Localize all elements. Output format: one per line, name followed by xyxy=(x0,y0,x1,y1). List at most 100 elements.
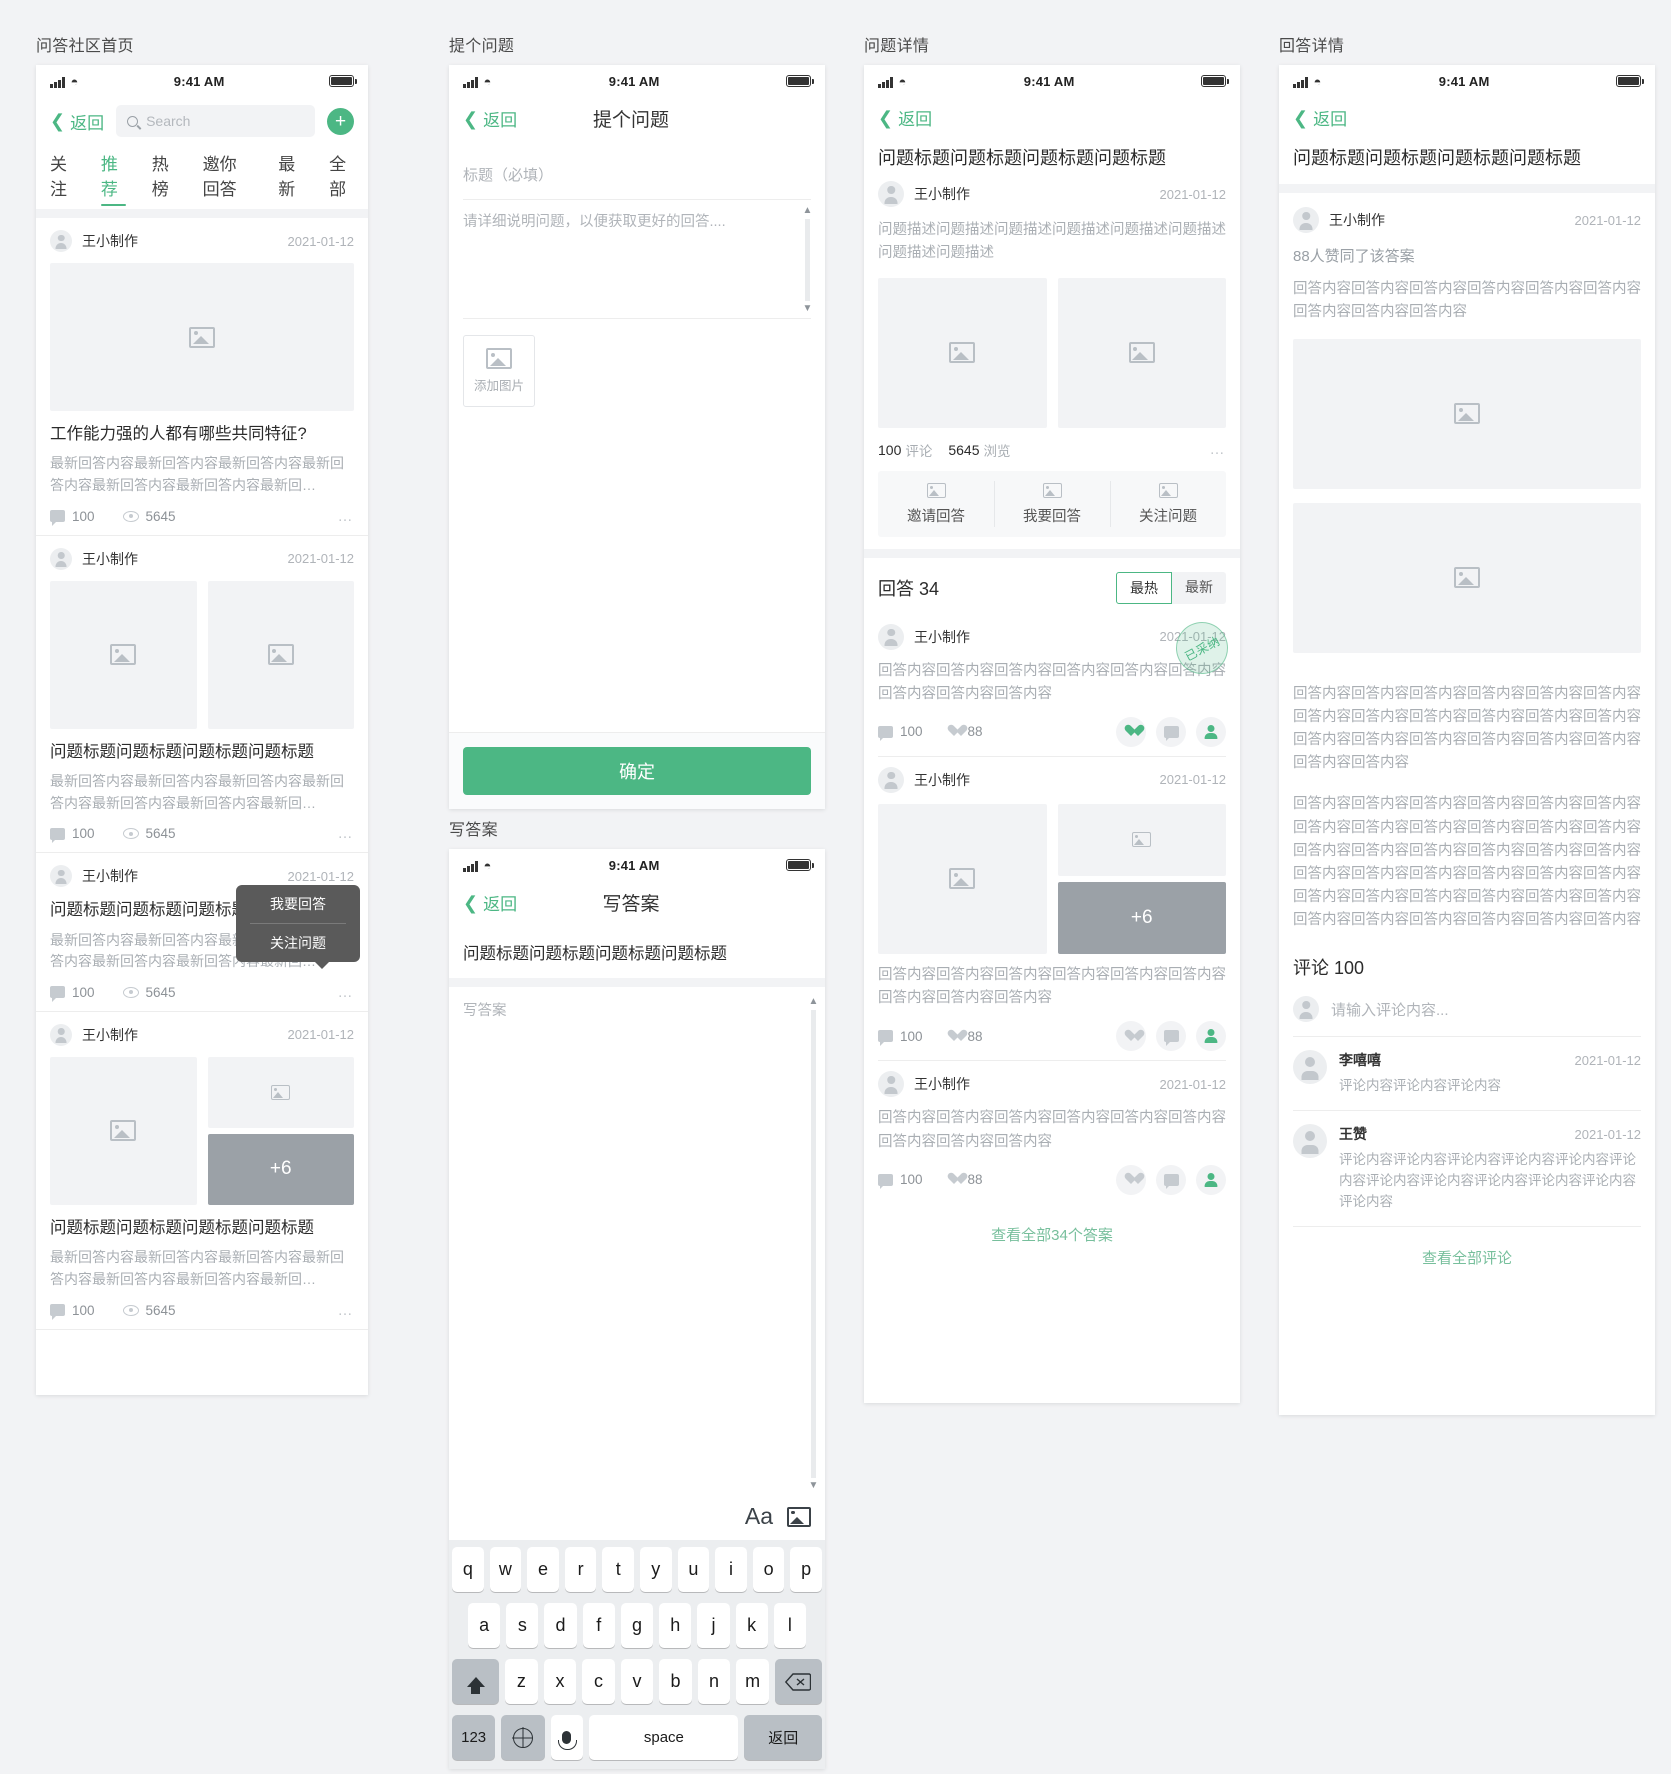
scroll-up-icon[interactable]: ▲ xyxy=(809,997,819,1007)
write-answer-button[interactable]: 我要回答 xyxy=(994,471,1110,537)
key-w[interactable]: w xyxy=(489,1547,522,1592)
tab-yaoni-huida[interactable]: 邀你回答 xyxy=(203,147,253,209)
key-n[interactable]: n xyxy=(697,1659,731,1704)
feed-image[interactable] xyxy=(50,1056,197,1205)
shift-key[interactable] xyxy=(451,1659,500,1704)
key-x[interactable]: x xyxy=(543,1659,577,1704)
follow-author-button[interactable] xyxy=(1196,716,1226,747)
like-button[interactable] xyxy=(1116,1164,1146,1195)
key-q[interactable]: q xyxy=(452,1547,484,1592)
feed-item[interactable]: 王小制作 2021-01-12 +6 问题标题问题标题问题标题问题标题 最新回答… xyxy=(36,1011,368,1329)
follow-question-button[interactable]: 关注问题 xyxy=(1110,471,1226,537)
add-question-button[interactable]: + xyxy=(327,107,354,135)
follow-author-button[interactable] xyxy=(1196,1021,1226,1052)
tab-zuixin[interactable]: 最新 xyxy=(278,147,303,209)
back-button[interactable]: ❮ 返回 xyxy=(878,105,932,130)
question-image[interactable] xyxy=(1057,277,1226,428)
menu-item-follow[interactable]: 关注问题 xyxy=(236,924,360,962)
key-h[interactable]: h xyxy=(659,1603,692,1648)
answer-item[interactable]: 王小制作 2021-01-12 已采纳 回答内容回答内容回答内容回答内容回答内容… xyxy=(864,612,1240,756)
more-options-icon[interactable]: … xyxy=(1210,441,1227,458)
tab-tuijian[interactable]: 推荐 xyxy=(100,147,126,209)
back-button[interactable]: ❮ 返回 xyxy=(463,890,517,915)
submit-button[interactable]: 确定 xyxy=(463,747,811,795)
scroll-track[interactable] xyxy=(805,219,810,301)
more-options-icon[interactable]: … xyxy=(338,984,355,1001)
key-a[interactable]: a xyxy=(468,1603,501,1648)
back-button[interactable]: ❮ 返回 xyxy=(1293,105,1347,130)
key-e[interactable]: e xyxy=(527,1547,559,1592)
tab-rebang[interactable]: 热榜 xyxy=(152,147,177,209)
menu-item-answer[interactable]: 我要回答 xyxy=(236,885,360,923)
scroll-track[interactable] xyxy=(811,1010,816,1478)
dictation-key[interactable] xyxy=(550,1715,584,1760)
key-o[interactable]: o xyxy=(752,1547,785,1592)
follow-author-button[interactable] xyxy=(1196,1164,1226,1195)
answer-editor-input[interactable]: 写答案 xyxy=(463,999,811,1020)
key-i[interactable]: i xyxy=(715,1547,747,1592)
backspace-key[interactable] xyxy=(774,1659,823,1704)
space-key[interactable]: space xyxy=(589,1715,739,1760)
feed-image-overflow[interactable]: +6 xyxy=(207,1133,354,1205)
key-r[interactable]: r xyxy=(564,1547,597,1592)
scroll-down-icon[interactable]: ▼ xyxy=(803,304,813,314)
key-u[interactable]: u xyxy=(677,1547,710,1592)
comment-input-row[interactable]: 请输入评论内容... xyxy=(1279,986,1655,1036)
insert-image-icon[interactable] xyxy=(787,1506,811,1527)
feed-item[interactable]: 王小制作 2021-01-12 工作能力强的人都有哪些共同特征? 最新回答内容最… xyxy=(36,218,368,535)
key-c[interactable]: c xyxy=(582,1659,615,1704)
scroll-down-icon[interactable]: ▼ xyxy=(809,1481,819,1491)
key-f[interactable]: f xyxy=(582,1603,615,1648)
view-all-comments-link[interactable]: 查看全部评论 xyxy=(1279,1227,1655,1292)
answer-image-overflow[interactable]: +6 xyxy=(1057,881,1226,954)
add-image-button[interactable]: 添加图片 xyxy=(463,335,535,407)
invite-answer-button[interactable]: 邀请回答 xyxy=(878,471,994,537)
numbers-key[interactable]: 123 xyxy=(452,1715,496,1760)
sort-hottest[interactable]: 最热 xyxy=(1116,571,1172,604)
back-button[interactable]: ❮ 返回 xyxy=(50,109,104,134)
key-l[interactable]: l xyxy=(773,1603,806,1648)
key-m[interactable]: m xyxy=(736,1659,769,1704)
view-all-answers-link[interactable]: 查看全部34个答案 xyxy=(864,1204,1240,1269)
detail-scrollbar[interactable]: ▲ ▼ xyxy=(801,206,814,314)
question-title-input[interactable]: 标题（必填） xyxy=(463,160,811,199)
feed-item[interactable]: 王小制作 2021-01-12 问题标题问题标题问题标题问题标题 最新回答内容最… xyxy=(36,535,368,853)
like-button[interactable] xyxy=(1116,716,1146,747)
back-button[interactable]: ❮ 返回 xyxy=(463,106,517,131)
question-detail-input[interactable]: 请详细说明问题，以便获取更好的回答.... xyxy=(463,200,811,318)
more-options-icon[interactable]: … xyxy=(338,508,355,525)
answer-item[interactable]: 王小制作 2021-01-12 回答内容回答内容回答内容回答内容回答内容回答内容… xyxy=(864,1061,1240,1203)
answer-image[interactable] xyxy=(1057,803,1226,876)
key-t[interactable]: t xyxy=(602,1547,634,1592)
answer-item[interactable]: 王小制作 2021-01-12 +6 回答内容回答内容回答内容回答内容回答内容回… xyxy=(864,757,1240,1060)
tab-quanbu[interactable]: 全部 xyxy=(329,147,354,209)
answer-image[interactable] xyxy=(1293,502,1641,653)
comment-button[interactable] xyxy=(1156,1164,1186,1195)
search-input[interactable]: Search xyxy=(116,105,315,137)
key-y[interactable]: y xyxy=(640,1547,672,1592)
feed-image[interactable] xyxy=(50,263,354,411)
key-p[interactable]: p xyxy=(790,1547,822,1592)
key-b[interactable]: b xyxy=(659,1659,692,1704)
feed-image[interactable] xyxy=(207,580,354,729)
key-v[interactable]: v xyxy=(620,1659,654,1704)
answer-image[interactable] xyxy=(878,803,1047,954)
return-key[interactable]: 返回 xyxy=(744,1715,822,1760)
key-z[interactable]: z xyxy=(505,1659,538,1704)
comment-input[interactable]: 请输入评论内容... xyxy=(1331,999,1449,1020)
feed-image[interactable] xyxy=(207,1056,354,1128)
feed-item[interactable]: 王小制作 2021-01-12 问题标题问题标题问题标题问题标题 最新回答内容最… xyxy=(36,853,368,1011)
more-options-icon[interactable]: … xyxy=(338,1302,355,1319)
key-j[interactable]: j xyxy=(697,1603,730,1648)
key-g[interactable]: g xyxy=(620,1603,654,1648)
comment-button[interactable] xyxy=(1156,716,1186,747)
sort-newest[interactable]: 最新 xyxy=(1172,571,1226,604)
language-key[interactable] xyxy=(501,1715,545,1760)
feed-image[interactable] xyxy=(50,580,197,729)
more-options-icon[interactable]: … xyxy=(338,825,355,842)
key-k[interactable]: k xyxy=(735,1603,768,1648)
answer-image[interactable] xyxy=(1293,338,1641,489)
key-s[interactable]: s xyxy=(506,1603,539,1648)
question-image[interactable] xyxy=(878,277,1047,428)
comment-button[interactable] xyxy=(1156,1021,1186,1052)
